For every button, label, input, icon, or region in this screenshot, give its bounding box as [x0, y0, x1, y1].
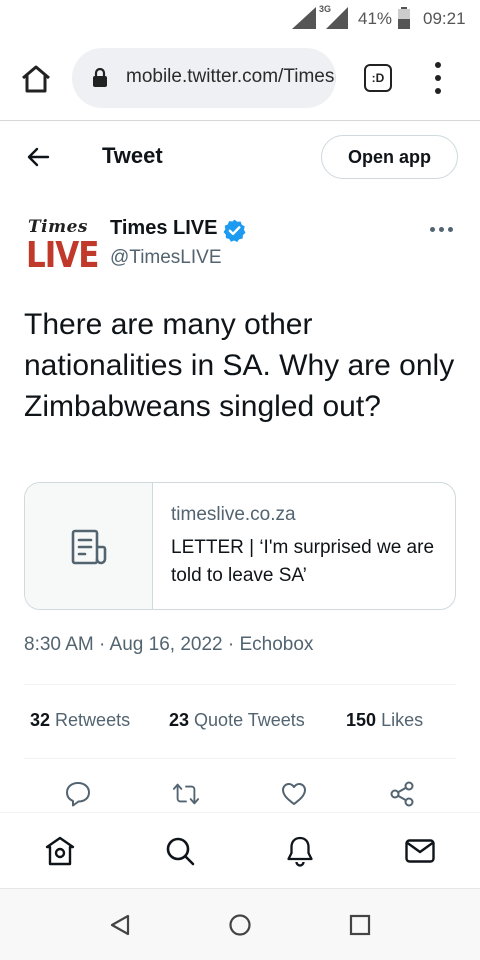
search-icon[interactable] — [164, 835, 196, 867]
back-triangle-icon[interactable] — [108, 913, 132, 937]
verified-badge-icon — [223, 219, 246, 242]
home-icon[interactable] — [44, 835, 76, 867]
tab-switcher-button[interactable]: :D — [364, 64, 392, 92]
page-title: Tweet — [102, 143, 163, 168]
address-bar[interactable]: mobile.twitter.com/TimesLIVE/status/1559 — [72, 48, 336, 108]
messages-icon[interactable] — [404, 835, 436, 867]
tweet-text: There are many other nationalities in SA… — [24, 308, 455, 423]
quote-tweets-stat[interactable]: 23 Quote Tweets — [169, 710, 305, 731]
battery-percent: 41% — [358, 9, 393, 28]
likes-label: Likes — [381, 710, 424, 730]
link-preview-card[interactable]: timeslive.co.za LETTER | ‘I'm surprised … — [24, 482, 456, 610]
card-thumbnail — [25, 483, 153, 609]
quotes-count: 23 — [169, 710, 190, 730]
signal-strength-icon — [292, 7, 316, 29]
share-icon[interactable] — [388, 780, 416, 808]
author-name[interactable]: Times LIVE — [110, 217, 217, 240]
avatar[interactable]: Times LIVE — [24, 215, 99, 277]
back-arrow-icon[interactable] — [24, 143, 52, 171]
bottom-tab-bar — [0, 812, 480, 888]
divider — [24, 758, 456, 759]
chrome-divider — [0, 120, 480, 121]
avatar-logo-line1: Times — [28, 217, 88, 237]
url-text[interactable]: mobile.twitter.com/TimesLIVE/status/1559 — [126, 66, 336, 88]
card-title: LETTER | ‘I'm surprised we are told to l… — [171, 537, 435, 586]
notifications-icon[interactable] — [284, 835, 316, 867]
lock-icon — [93, 68, 107, 87]
browser-menu-icon[interactable] — [428, 62, 448, 94]
status-bar: 3G 41% 09:21 — [0, 0, 480, 38]
signal-strength-icon — [326, 7, 348, 29]
like-icon[interactable] — [280, 780, 308, 808]
retweets-count: 32 — [30, 710, 51, 730]
card-domain: timeslive.co.za — [171, 504, 296, 525]
home-circle-icon[interactable] — [228, 913, 252, 937]
more-options-icon[interactable] — [430, 226, 454, 234]
browser-home-icon[interactable] — [20, 63, 52, 95]
system-navigation-bar — [0, 888, 480, 960]
retweet-icon[interactable] — [172, 780, 200, 808]
open-app-button[interactable]: Open app — [321, 135, 458, 179]
retweets-stat[interactable]: 32 Retweets — [30, 710, 130, 731]
clock: 09:21 — [423, 9, 466, 28]
author-handle[interactable]: @TimesLIVE — [110, 247, 222, 269]
divider — [24, 684, 456, 685]
quotes-label: Quote Tweets — [194, 710, 305, 730]
article-icon — [71, 529, 107, 565]
likes-count: 150 — [346, 710, 377, 730]
battery-icon — [398, 7, 410, 29]
retweets-label: Retweets — [55, 710, 131, 730]
tweet-meta: 8:30 AM · Aug 16, 2022 · Echobox — [24, 634, 314, 655]
likes-stat[interactable]: 150 Likes — [346, 710, 423, 731]
browser-toolbar: mobile.twitter.com/TimesLIVE/status/1559… — [0, 38, 480, 118]
avatar-logo-line2: LIVE — [26, 235, 99, 277]
reply-icon[interactable] — [64, 780, 92, 808]
recents-square-icon[interactable] — [348, 913, 372, 937]
